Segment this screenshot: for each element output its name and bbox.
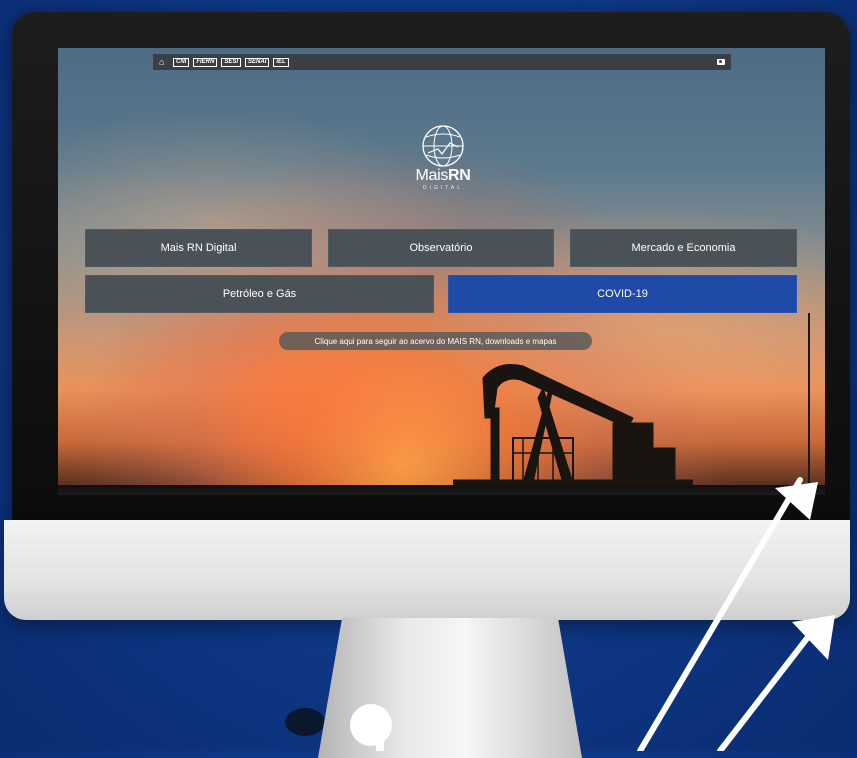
decorative-arrows [376,477,835,751]
arrow-2-line [717,625,818,751]
arrow-1-line [637,477,803,751]
